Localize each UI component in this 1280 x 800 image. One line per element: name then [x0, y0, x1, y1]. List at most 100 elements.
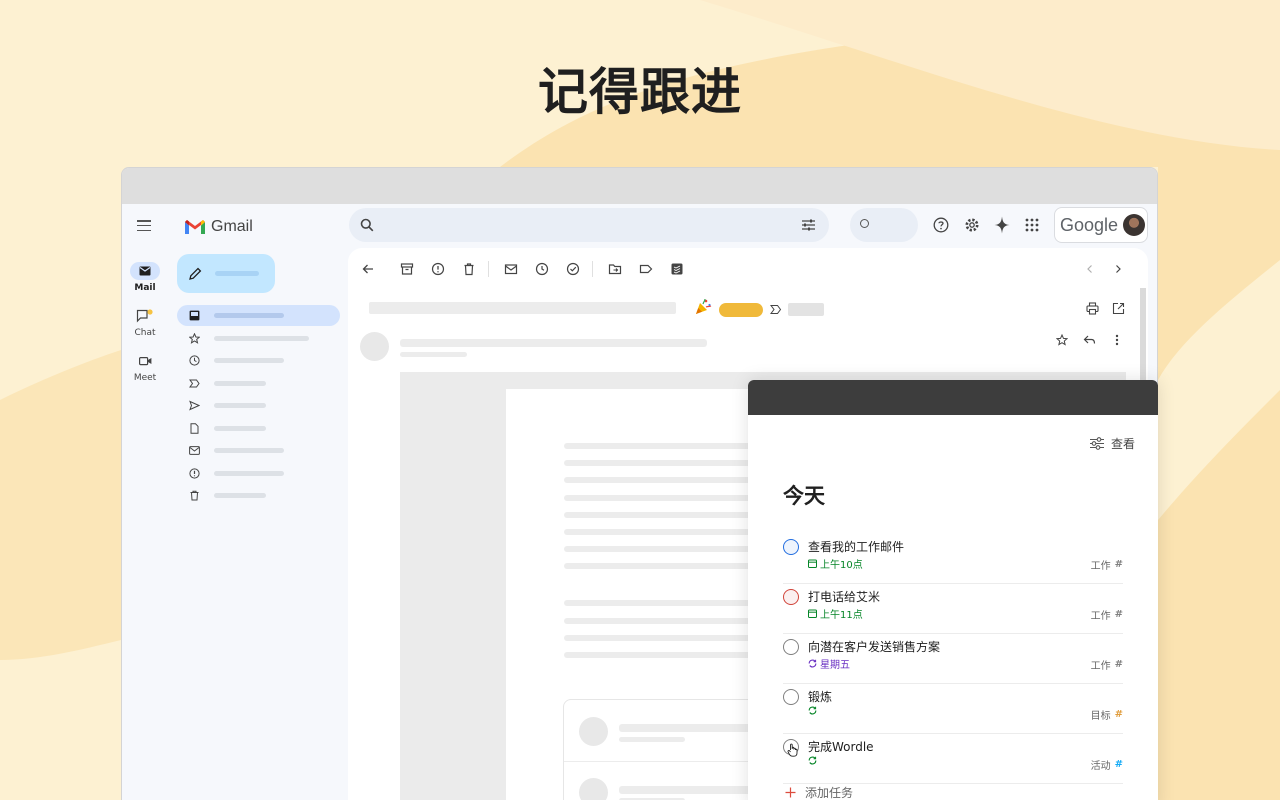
gmail-m-icon — [185, 220, 205, 234]
browser-title-bar — [122, 168, 1157, 204]
help-icon[interactable] — [933, 217, 949, 233]
status-dot-icon — [860, 219, 869, 228]
main-menu-icon[interactable] — [137, 220, 151, 234]
chat-icon — [136, 309, 153, 323]
task-item[interactable]: 完成Wordle 活动 # — [783, 734, 1123, 784]
older-chevron-icon[interactable] — [1111, 262, 1125, 276]
sender-avatar[interactable] — [360, 332, 389, 361]
sliders-icon — [1090, 437, 1104, 450]
task-checkbox[interactable] — [783, 639, 799, 655]
gemini-sparkle-icon[interactable] — [994, 216, 1010, 234]
report-spam-icon[interactable] — [431, 262, 445, 276]
task-name: 完成Wordle — [808, 740, 874, 754]
settings-icon[interactable] — [964, 217, 980, 233]
reply-card — [563, 699, 763, 800]
task-due[interactable] — [808, 756, 817, 765]
task-project[interactable]: 工作 # — [1091, 657, 1123, 672]
open-new-window-icon[interactable] — [1112, 302, 1125, 315]
filter-options-icon[interactable] — [801, 218, 816, 232]
task-project[interactable]: 活动 # — [1091, 757, 1123, 772]
recurring-icon — [808, 659, 817, 668]
newer-chevron-icon[interactable] — [1083, 262, 1097, 276]
nav-trash[interactable] — [177, 485, 340, 506]
task-project[interactable]: 工作 # — [1091, 607, 1123, 622]
gmail-logo[interactable]: Gmail — [184, 218, 253, 236]
rail-item-chat[interactable]: Chat — [122, 307, 168, 338]
important-marker-icon[interactable] — [770, 304, 782, 315]
nav-inbox[interactable] — [177, 305, 340, 326]
search-bar[interactable] — [349, 208, 829, 242]
delete-icon[interactable] — [462, 262, 476, 276]
task-due[interactable] — [808, 706, 817, 715]
more-vertical-icon[interactable] — [1114, 334, 1120, 346]
task-item[interactable]: 向潜在客户发送销售方案 星期五 工作 # — [783, 634, 1123, 684]
rail-label-chat: Chat — [134, 328, 156, 338]
clock-icon — [189, 355, 200, 366]
rail-label-mail: Mail — [134, 283, 156, 293]
task-item[interactable]: 查看我的工作邮件 上午10点 工作 # — [783, 534, 1123, 584]
view-options-button[interactable]: 查看 — [1089, 435, 1135, 452]
nav-sent[interactable] — [177, 395, 340, 416]
add-task-button[interactable]: 添加任务 — [785, 784, 853, 800]
nav-important[interactable] — [177, 373, 340, 394]
task-project-label: 工作 — [1090, 661, 1111, 672]
task-project[interactable]: 目标 # — [1091, 707, 1123, 722]
task-due-label: 上午10点 — [820, 560, 863, 571]
todoist-extension-icon[interactable] — [670, 262, 684, 276]
snooze-icon[interactable] — [535, 262, 549, 276]
task-due[interactable]: 上午10点 — [808, 556, 863, 571]
hand-cursor-icon — [787, 743, 798, 757]
rail-item-meet[interactable]: Meet — [122, 352, 168, 383]
nav-spam[interactable] — [177, 463, 340, 484]
task-project-label: 工作 — [1090, 611, 1111, 622]
avatar[interactable] — [1123, 214, 1145, 236]
reply-icon[interactable] — [1083, 334, 1096, 346]
rail-item-mail[interactable]: Mail — [122, 262, 168, 293]
task-due[interactable]: 上午11点 — [808, 606, 863, 621]
back-arrow-icon[interactable] — [361, 262, 375, 276]
star-icon — [189, 333, 200, 344]
print-icon[interactable] — [1086, 302, 1099, 315]
nav-all-mail[interactable] — [177, 440, 340, 461]
move-to-icon[interactable] — [608, 262, 622, 276]
star-icon[interactable] — [1056, 334, 1068, 346]
spam-icon — [189, 468, 200, 479]
nav-drafts[interactable] — [177, 418, 340, 439]
mail-icon — [139, 266, 151, 276]
task-name: 向潜在客户发送销售方案 — [808, 640, 941, 654]
task-checkbox[interactable] — [783, 589, 799, 605]
label-chip[interactable] — [719, 303, 763, 317]
recurring-icon — [808, 756, 817, 765]
view-label: 查看 — [1111, 437, 1136, 451]
task-checkbox[interactable] — [783, 689, 799, 705]
task-checkbox[interactable] — [783, 539, 799, 555]
compose-button[interactable] — [177, 254, 275, 293]
label-chip-gray[interactable] — [788, 303, 824, 316]
important-label-icon — [189, 379, 200, 388]
project-hash-icon: # — [1114, 609, 1123, 620]
party-popper-icon — [696, 298, 712, 314]
task-project[interactable]: 工作 # — [1091, 557, 1123, 572]
todoist-panel-header — [748, 380, 1158, 415]
google-brand: Google — [1060, 215, 1119, 235]
apps-grid-icon[interactable] — [1025, 218, 1039, 232]
status-selector[interactable] — [850, 208, 918, 242]
project-hash-icon: # — [1114, 709, 1123, 720]
nav-snoozed[interactable] — [177, 350, 340, 371]
nav-starred[interactable] — [177, 328, 340, 349]
add-task-icon[interactable] — [566, 262, 580, 276]
label-icon[interactable] — [639, 262, 653, 276]
mark-unread-icon[interactable] — [504, 262, 518, 276]
rail-label-meet: Meet — [133, 373, 157, 383]
task-item[interactable]: 锻炼 目标 # — [783, 684, 1123, 734]
calendar-icon — [808, 609, 817, 618]
task-name: 打电话给艾米 — [808, 590, 881, 604]
task-due[interactable]: 星期五 — [808, 656, 850, 671]
task-due-label: 上午11点 — [820, 610, 863, 621]
project-hash-icon: # — [1114, 759, 1123, 770]
task-item[interactable]: 打电话给艾米 上午11点 工作 # — [783, 584, 1123, 634]
calendar-icon — [808, 559, 817, 568]
archive-icon[interactable] — [400, 262, 414, 276]
search-icon[interactable] — [360, 218, 374, 232]
google-account-chip[interactable]: Google — [1054, 207, 1148, 243]
